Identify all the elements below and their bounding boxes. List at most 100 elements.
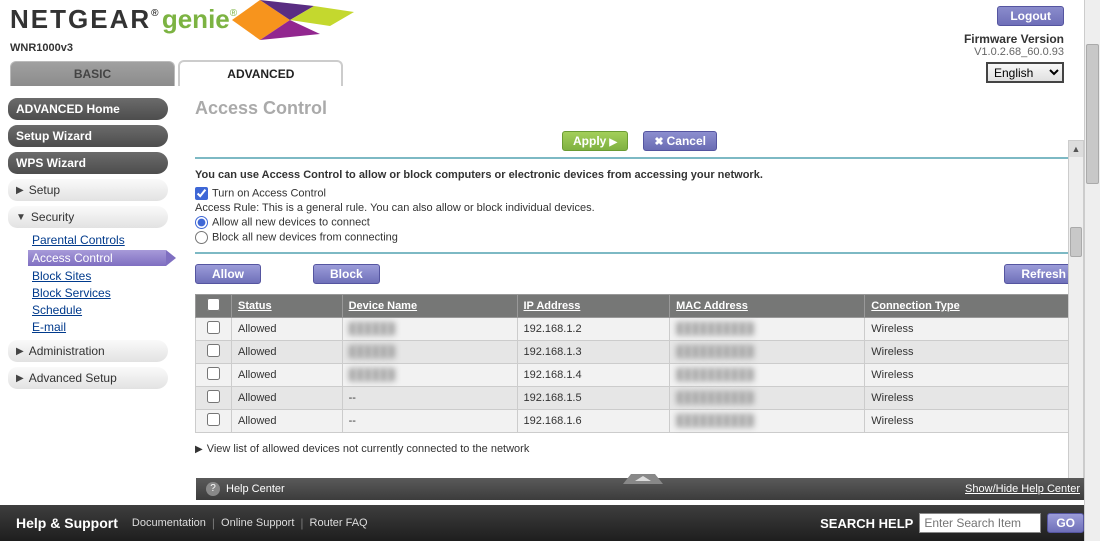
block-all-radio[interactable] <box>195 231 208 244</box>
sidebar-item-setup-wizard[interactable]: Setup Wizard <box>8 125 168 147</box>
chevron-right-icon: ▶ <box>195 444 203 455</box>
footer-link-router-faq[interactable]: Router FAQ <box>310 517 368 529</box>
devices-table: Status Device Name IP Address MAC Addres… <box>195 294 1083 433</box>
help-center-label: Help Center <box>226 483 285 495</box>
cell-device: ██████ <box>342 318 517 341</box>
footer-link-documentation[interactable]: Documentation <box>132 517 206 529</box>
cell-mac: ██████████ <box>670 341 865 364</box>
allow-button[interactable]: Allow <box>195 264 261 284</box>
page-title: Access Control <box>195 98 1084 119</box>
main-content: Access Control Apply▶ ✖Cancel You can us… <box>175 90 1100 500</box>
row-checkbox[interactable] <box>207 344 220 357</box>
brand-logo: NETGEAR® genie® <box>10 4 237 35</box>
table-row: Allowed██████192.168.1.3██████████Wirele… <box>196 341 1083 364</box>
row-checkbox[interactable] <box>207 390 220 403</box>
cell-device: ██████ <box>342 364 517 387</box>
logout-button[interactable]: Logout <box>997 6 1064 26</box>
chevron-down-icon: ▼ <box>16 212 26 223</box>
rule-text: Access Rule: This is a general rule. You… <box>195 202 1083 214</box>
sidebar-item-administration[interactable]: ▶Administration <box>8 340 168 362</box>
cancel-x-icon: ✖ <box>654 136 663 148</box>
divider <box>195 252 1083 254</box>
genie-decoration <box>220 0 380 43</box>
cell-status: Allowed <box>232 341 343 364</box>
search-input[interactable] <box>919 513 1041 533</box>
chevron-right-icon: ▶ <box>16 185 24 196</box>
sidebar-item-setup[interactable]: ▶Setup <box>8 179 168 201</box>
cell-conn: Wireless <box>865 410 1083 433</box>
cell-mac: ██████████ <box>670 410 865 433</box>
sidebar-item-home[interactable]: ADVANCED Home <box>8 98 168 120</box>
divider <box>195 157 1084 159</box>
cell-mac: ██████████ <box>670 364 865 387</box>
select-all-checkbox[interactable] <box>207 298 220 311</box>
allow-all-radio[interactable] <box>195 216 208 229</box>
cell-device: -- <box>342 410 517 433</box>
cell-conn: Wireless <box>865 387 1083 410</box>
cell-conn: Wireless <box>865 364 1083 387</box>
firmware-label: Firmware Version <box>964 32 1064 46</box>
brand-netgear: NETGEAR <box>10 4 151 34</box>
col-conn[interactable]: Connection Type <box>865 295 1083 318</box>
table-row: Allowed--192.168.1.5██████████Wireless <box>196 387 1083 410</box>
page-scrollbar[interactable] <box>1084 0 1100 541</box>
apply-arrow-icon: ▶ <box>609 137 617 148</box>
content-scrollbar[interactable]: ▲ ▼ <box>1068 140 1084 500</box>
table-row: Allowed--192.168.1.6██████████Wireless <box>196 410 1083 433</box>
scroll-up-icon[interactable]: ▲ <box>1069 141 1083 157</box>
firmware-version: V1.0.2.68_60.0.93 <box>974 46 1064 58</box>
help-pull-tab[interactable] <box>623 474 663 484</box>
block-button[interactable]: Block <box>313 264 380 284</box>
cell-conn: Wireless <box>865 318 1083 341</box>
col-status[interactable]: Status <box>232 295 343 318</box>
cancel-button[interactable]: ✖Cancel <box>643 131 717 151</box>
col-device[interactable]: Device Name <box>342 295 517 318</box>
go-button[interactable]: GO <box>1047 513 1084 533</box>
language-select[interactable]: English <box>986 62 1064 83</box>
apply-button[interactable]: Apply▶ <box>562 131 628 151</box>
tab-basic[interactable]: BASIC <box>10 61 175 86</box>
sidebar-sub-block-sites[interactable]: Block Sites <box>32 269 175 283</box>
cell-ip: 192.168.1.6 <box>517 410 670 433</box>
sidebar-sub-parental[interactable]: Parental Controls <box>32 233 175 247</box>
help-icon: ? <box>206 482 220 496</box>
cell-status: Allowed <box>232 410 343 433</box>
block-all-label: Block all new devices from connecting <box>212 231 398 243</box>
instruction-text: You can use Access Control to allow or b… <box>195 169 1083 181</box>
cell-device: ██████ <box>342 341 517 364</box>
allow-all-label: Allow all new devices to connect <box>212 216 370 228</box>
row-checkbox[interactable] <box>207 367 220 380</box>
toggle-help-link[interactable]: Show/Hide Help Center <box>965 483 1080 495</box>
turn-on-label: Turn on Access Control <box>212 187 326 199</box>
col-select <box>196 295 232 318</box>
cell-ip: 192.168.1.3 <box>517 341 670 364</box>
chevron-right-icon: ▶ <box>16 373 24 384</box>
view-allowed-list-link[interactable]: ▶View list of allowed devices not curren… <box>195 443 1083 455</box>
sidebar: ADVANCED Home Setup Wizard WPS Wizard ▶S… <box>0 90 175 500</box>
cell-device: -- <box>342 387 517 410</box>
col-ip[interactable]: IP Address <box>517 295 670 318</box>
cell-mac: ██████████ <box>670 318 865 341</box>
sidebar-item-security[interactable]: ▼Security <box>8 206 168 228</box>
sidebar-sub-block-services[interactable]: Block Services <box>32 286 175 300</box>
cell-status: Allowed <box>232 387 343 410</box>
table-row: Allowed██████192.168.1.2██████████Wirele… <box>196 318 1083 341</box>
scroll-thumb[interactable] <box>1070 227 1082 257</box>
sidebar-sub-access-control[interactable]: Access Control <box>28 250 166 266</box>
model-label: WNR1000v3 <box>10 42 73 54</box>
sidebar-sub-schedule[interactable]: Schedule <box>32 303 175 317</box>
row-checkbox[interactable] <box>207 413 220 426</box>
turn-on-checkbox[interactable] <box>195 187 208 200</box>
help-center-bar: ? Help Center Show/Hide Help Center <box>196 478 1090 500</box>
col-mac[interactable]: MAC Address <box>670 295 865 318</box>
footer-link-online-support[interactable]: Online Support <box>221 517 294 529</box>
help-support-title: Help & Support <box>16 515 118 531</box>
row-checkbox[interactable] <box>207 321 220 334</box>
sidebar-item-advanced-setup[interactable]: ▶Advanced Setup <box>8 367 168 389</box>
search-help-label: SEARCH HELP <box>820 516 913 531</box>
tab-advanced[interactable]: ADVANCED <box>178 60 343 86</box>
page-scroll-thumb[interactable] <box>1086 44 1099 184</box>
sidebar-sub-email[interactable]: E-mail <box>32 320 175 334</box>
sidebar-item-wps-wizard[interactable]: WPS Wizard <box>8 152 168 174</box>
cell-ip: 192.168.1.4 <box>517 364 670 387</box>
